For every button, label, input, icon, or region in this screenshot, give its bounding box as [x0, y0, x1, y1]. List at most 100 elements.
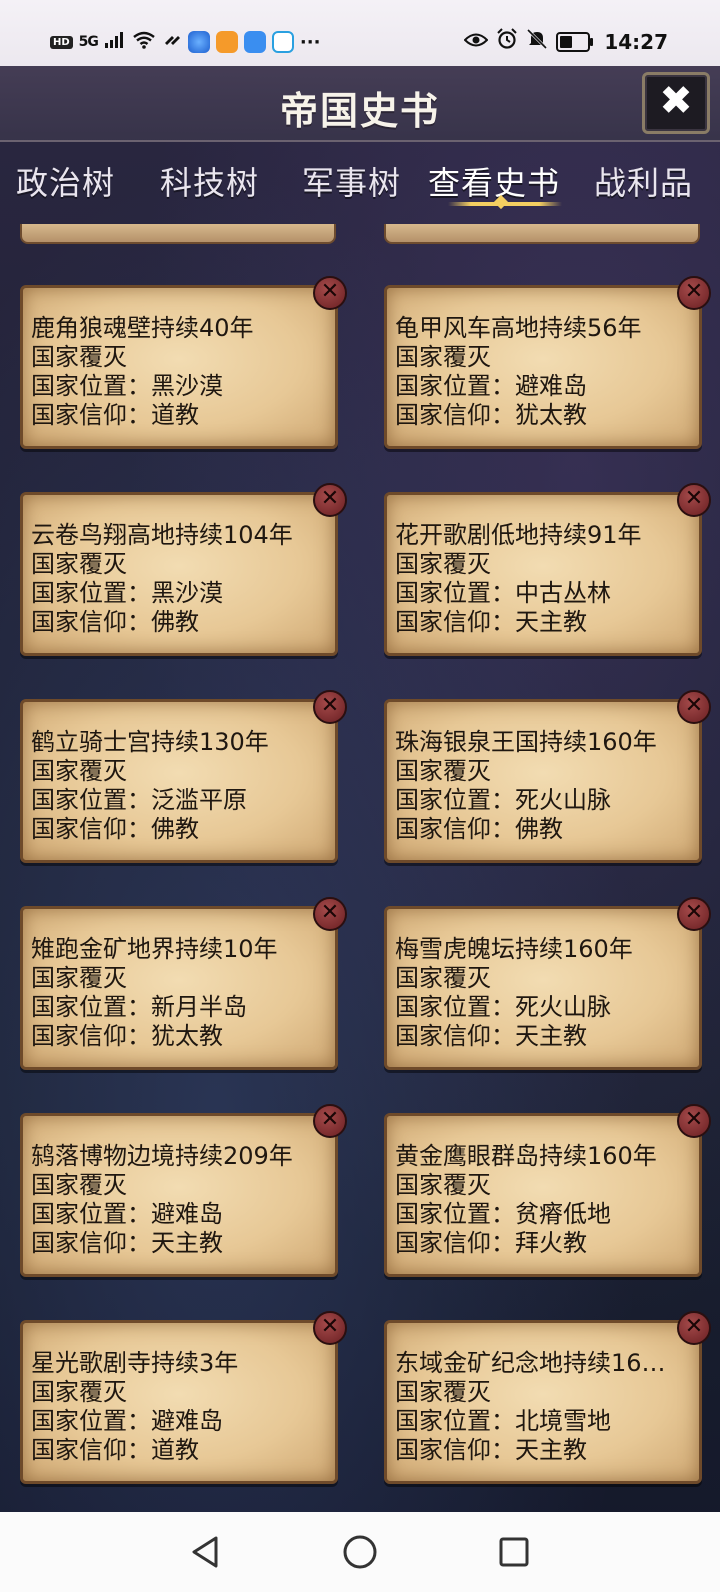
delete-button[interactable]: ✕	[313, 1311, 347, 1345]
card-status: 国家覆灭	[31, 964, 127, 992]
close-circle-icon: ✕	[320, 900, 340, 925]
card-location: 国家位置：新月半岛	[31, 993, 247, 1021]
card-title: 鹤立骑士宫持续130年	[31, 728, 269, 756]
history-card[interactable]: ✕ 鸫落博物边境持续209年 国家覆灭 国家位置：避难岛 国家信仰：天主教	[20, 1104, 347, 1277]
history-card[interactable]: ✕ 鹤立骑士宫持续130年 国家覆灭 国家位置：泛滥平原 国家信仰：佛教	[20, 690, 347, 863]
status-right: 14:27	[463, 28, 668, 55]
history-card[interactable]: ✕ 雉跑金矿地界持续10年 国家覆灭 国家位置：新月半岛 国家信仰：犹太教	[20, 897, 347, 1070]
card-location: 国家位置：避难岛	[31, 1200, 223, 1228]
close-circle-icon: ✕	[684, 1314, 704, 1339]
tab-politics[interactable]: 政治树	[16, 158, 115, 204]
card-title: 花开歌剧低地持续91年	[395, 521, 642, 549]
card-belief: 国家信仰：天主教	[395, 608, 587, 636]
card-title: 梅雪虎魄坛持续160年	[395, 935, 633, 963]
home-button[interactable]	[340, 1532, 380, 1572]
tab-bar: 政治树 科技树 军事树 查看史书 战利品	[0, 148, 720, 218]
card-text: 珠海银泉王国持续160年 国家覆灭 国家位置：死火山脉 国家信仰：佛教	[395, 728, 693, 844]
history-card[interactable]: ✕ 珠海银泉王国持续160年 国家覆灭 国家位置：死火山脉 国家信仰：佛教	[384, 690, 711, 863]
delete-button[interactable]: ✕	[677, 690, 711, 724]
delete-button[interactable]: ✕	[313, 897, 347, 931]
history-card[interactable]: ✕ 龟甲风车高地持续56年 国家覆灭 国家位置：避难岛 国家信仰：犹太教	[384, 276, 711, 449]
delete-button[interactable]: ✕	[677, 483, 711, 517]
delete-button[interactable]: ✕	[313, 690, 347, 724]
card-belief: 国家信仰：拜火教	[395, 1229, 587, 1257]
close-circle-icon: ✕	[684, 279, 704, 304]
tab-trophies[interactable]: 战利品	[594, 158, 693, 204]
close-circle-icon: ✕	[320, 693, 340, 718]
close-circle-icon: ✕	[684, 693, 704, 718]
history-card[interactable]: ✕ 东域金矿纪念地持续16… 国家覆灭 国家位置：北境雪地 国家信仰：天主教	[384, 1311, 711, 1484]
card-text: 鸫落博物边境持续209年 国家覆灭 国家位置：避难岛 国家信仰：天主教	[31, 1142, 329, 1258]
status-bar: HD 5G ··· 14:27	[0, 0, 720, 66]
card-status: 国家覆灭	[395, 1171, 491, 1199]
tab-military[interactable]: 军事树	[302, 158, 401, 204]
close-circle-icon: ✕	[320, 1314, 340, 1339]
delete-button[interactable]: ✕	[677, 276, 711, 310]
card-text: 鹤立骑士宫持续130年 国家覆灭 国家位置：泛滥平原 国家信仰：佛教	[31, 728, 329, 844]
card-location: 国家位置：死火山脉	[395, 786, 611, 814]
card-belief: 国家信仰：佛教	[31, 815, 199, 843]
recent-apps-icon	[499, 1537, 529, 1567]
card-title: 珠海银泉王国持续160年	[395, 728, 657, 756]
page-title: 帝国史书	[279, 89, 440, 133]
card-status: 国家覆灭	[31, 550, 127, 578]
title-bar: 帝国史书 ✖	[0, 66, 720, 142]
back-button[interactable]	[186, 1532, 226, 1572]
card-belief: 国家信仰：道教	[31, 401, 199, 429]
history-card[interactable]: ✕ 鹿角狼魂壁持续40年 国家覆灭 国家位置：黑沙漠 国家信仰：道教	[20, 276, 347, 449]
delete-button[interactable]: ✕	[313, 483, 347, 517]
card-title: 星光歌剧寺持续3年	[31, 1349, 239, 1377]
card-status: 国家覆灭	[31, 757, 127, 785]
navigation-bar	[0, 1512, 720, 1592]
close-circle-icon: ✕	[684, 486, 704, 511]
history-card[interactable]: ✕ 云卷鸟翔高地持续104年 国家覆灭 国家位置：黑沙漠 国家信仰：佛教	[20, 483, 347, 656]
delete-button[interactable]: ✕	[313, 276, 347, 310]
delete-button[interactable]: ✕	[677, 897, 711, 931]
card-text: 星光歌剧寺持续3年 国家覆灭 国家位置：避难岛 国家信仰：道教	[31, 1349, 329, 1465]
close-icon: ✖	[659, 78, 693, 124]
home-icon	[343, 1535, 377, 1569]
close-circle-icon: ✕	[320, 279, 340, 304]
tab-technology[interactable]: 科技树	[160, 158, 259, 204]
link-icon	[162, 30, 182, 54]
card-text: 雉跑金矿地界持续10年 国家覆灭 国家位置：新月半岛 国家信仰：犹太教	[31, 935, 329, 1051]
history-card[interactable]: ✕ 黄金鹰眼群岛持续160年 国家覆灭 国家位置：贫瘠低地 国家信仰：拜火教	[384, 1104, 711, 1277]
card-text: 鹿角狼魂壁持续40年 国家覆灭 国家位置：黑沙漠 国家信仰：道教	[31, 314, 329, 430]
back-icon	[192, 1536, 218, 1568]
signal-icon	[104, 30, 126, 54]
battery-level	[560, 35, 573, 48]
delete-button[interactable]: ✕	[313, 1104, 347, 1138]
history-list[interactable]: ✕ 鹿角狼魂壁持续40年 国家覆灭 国家位置：黑沙漠 国家信仰：道教 ✕ 龟甲风车高地持续5…	[0, 220, 720, 1512]
card-belief: 国家信仰：天主教	[395, 1436, 587, 1464]
eye-icon	[463, 30, 489, 54]
card-text: 黄金鹰眼群岛持续160年 国家覆灭 国家位置：贫瘠低地 国家信仰：拜火教	[395, 1142, 693, 1258]
card-belief: 国家信仰：道教	[31, 1436, 199, 1464]
card-title: 鹿角狼魂壁持续40年	[31, 314, 254, 342]
close-button[interactable]: ✖	[642, 72, 710, 134]
card-location: 国家位置：北境雪地	[395, 1407, 611, 1435]
card-text: 云卷鸟翔高地持续104年 国家覆灭 国家位置：黑沙漠 国家信仰：佛教	[31, 521, 329, 637]
card-status: 国家覆灭	[395, 1378, 491, 1406]
history-card[interactable]: ✕ 梅雪虎魄坛持续160年 国家覆灭 国家位置：死火山脉 国家信仰：天主教	[384, 897, 711, 1070]
alarm-icon	[496, 28, 518, 55]
card-location: 国家位置：避难岛	[395, 372, 587, 400]
delete-button[interactable]: ✕	[677, 1311, 711, 1345]
tab-history-book[interactable]: 查看史书	[428, 158, 560, 204]
card-title: 黄金鹰眼群岛持续160年	[395, 1142, 657, 1170]
history-card[interactable]: ✕ 星光歌剧寺持续3年 国家覆灭 国家位置：避难岛 国家信仰：道教	[20, 1311, 347, 1484]
card-title: 鸫落博物边境持续209年	[31, 1142, 293, 1170]
delete-button[interactable]: ✕	[677, 1104, 711, 1138]
card-text: 龟甲风车高地持续56年 国家覆灭 国家位置：避难岛 国家信仰：犹太教	[395, 314, 693, 430]
mute-icon	[526, 28, 548, 55]
card-belief: 国家信仰：佛教	[31, 608, 199, 636]
card-location: 国家位置：泛滥平原	[31, 786, 247, 814]
card-peek-left	[20, 224, 336, 244]
card-belief: 国家信仰：天主教	[395, 1022, 587, 1050]
card-belief: 国家信仰：犹太教	[31, 1022, 223, 1050]
recent-apps-button[interactable]	[494, 1532, 534, 1572]
close-circle-icon: ✕	[320, 1107, 340, 1132]
history-card[interactable]: ✕ 花开歌剧低地持续91年 国家覆灭 国家位置：中古丛林 国家信仰：天主教	[384, 483, 711, 656]
network-label: 5G	[78, 34, 99, 50]
card-status: 国家覆灭	[31, 1171, 127, 1199]
card-belief: 国家信仰：天主教	[31, 1229, 223, 1257]
